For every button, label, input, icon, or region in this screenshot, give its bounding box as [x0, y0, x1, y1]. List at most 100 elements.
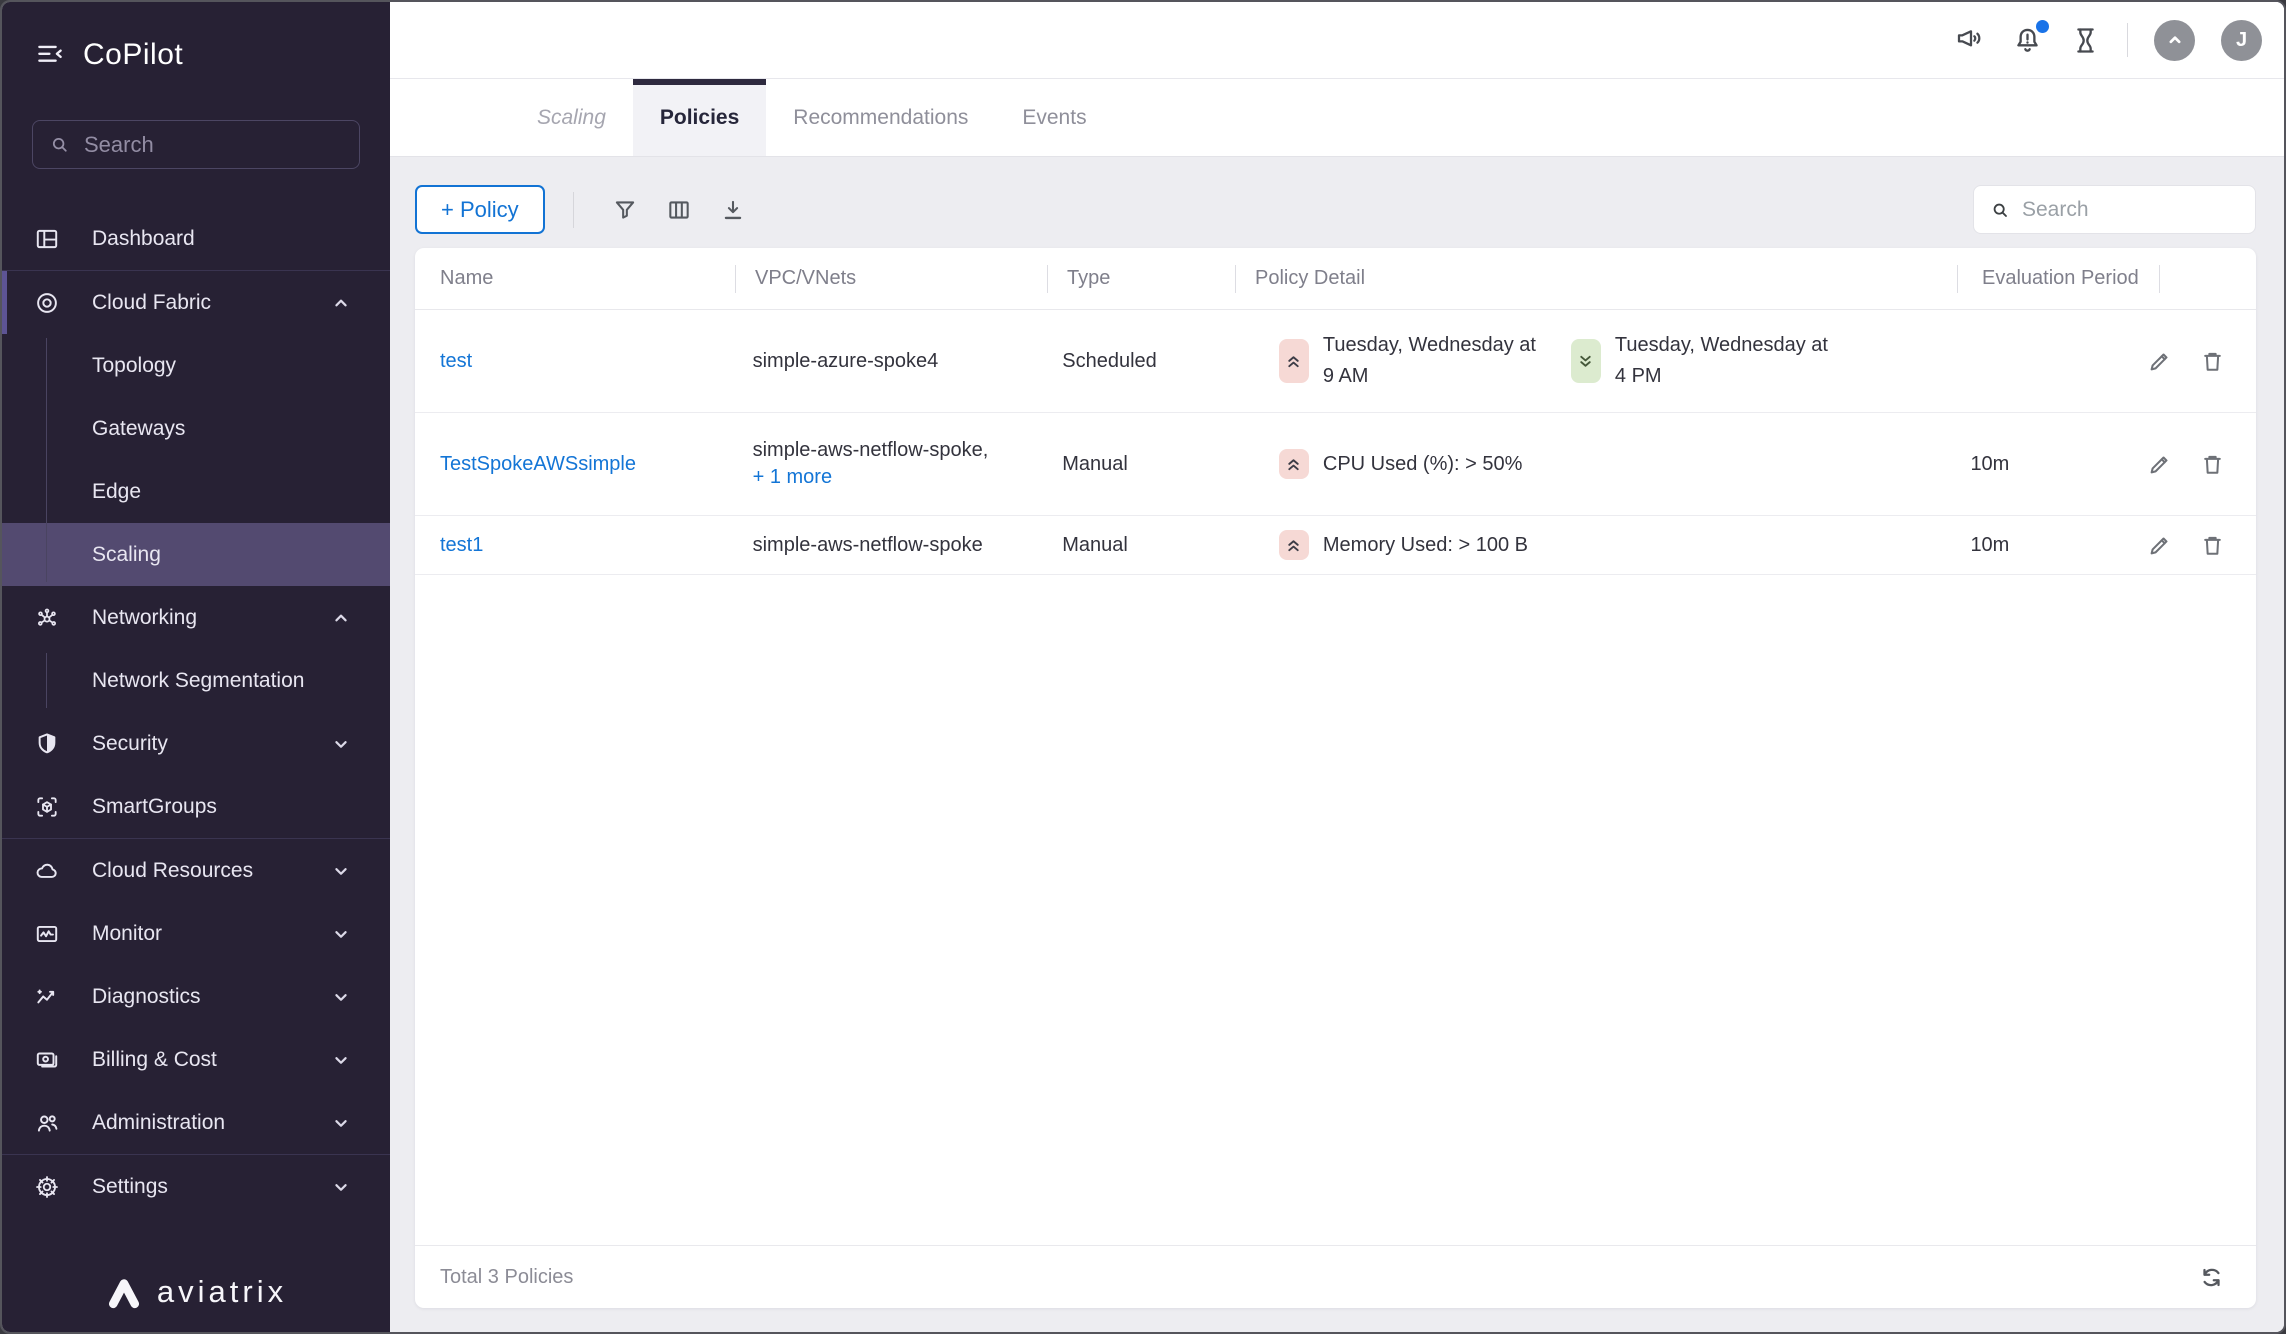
- sidebar-item-diagnostics[interactable]: Diagnostics: [2, 965, 390, 1028]
- sidebar-search[interactable]: [32, 120, 360, 169]
- chevron-up-icon: [330, 607, 352, 629]
- sidebar-item-edge[interactable]: Edge: [2, 460, 390, 523]
- upgrade-avatar-button[interactable]: [2154, 19, 2195, 61]
- policy-detail-entry: CPU Used (%): > 50%: [1278, 449, 1522, 480]
- columns-icon[interactable]: [652, 197, 706, 223]
- app-window: CoPilot Dashboard: [0, 0, 2286, 1334]
- sidebar-item-networking[interactable]: Networking: [2, 586, 390, 649]
- cloud-fabric-submenu: Topology Gateways Edge Scaling: [2, 334, 390, 586]
- networking-icon: [34, 605, 60, 631]
- edit-pencil-icon[interactable]: [2146, 532, 2173, 559]
- tab-policies[interactable]: Policies: [632, 79, 767, 156]
- tab-recommendations[interactable]: Recommendations: [766, 79, 995, 156]
- policies-table-card: Name VPC/VNets Type Policy Detail Evalua…: [415, 248, 2256, 1308]
- vpc-more-link[interactable]: + 1 more: [753, 466, 832, 489]
- sidebar-item-monitor[interactable]: Monitor: [2, 902, 390, 965]
- content-area: + Policy Search Name VPC/VNets Type Poli…: [390, 157, 2284, 1332]
- smartgroups-icon: [34, 794, 60, 820]
- toolbar-divider: [572, 191, 574, 228]
- refresh-icon[interactable]: [2197, 1263, 2226, 1292]
- column-header-policy-detail[interactable]: Policy Detail: [1235, 248, 1957, 309]
- sidebar-item-network-segmentation[interactable]: Network Segmentation: [2, 649, 390, 712]
- type-value: Manual: [1062, 452, 1128, 475]
- dashboard-icon: [34, 226, 60, 252]
- sidebar-item-settings[interactable]: Settings: [2, 1155, 390, 1218]
- table-search[interactable]: [1973, 185, 2256, 234]
- aviatrix-wordmark: aviatrix: [156, 1274, 288, 1309]
- sidebar-item-label: Diagnostics: [92, 984, 201, 1008]
- sidebar-item-label: Security: [92, 731, 168, 755]
- sidebar-item-topology[interactable]: Topology: [2, 334, 390, 397]
- column-header-actions: [2159, 248, 2256, 309]
- chevron-down-icon: [330, 1049, 352, 1071]
- filter-icon[interactable]: [598, 197, 652, 223]
- type-value: Scheduled: [1062, 349, 1157, 372]
- scale-up-badge: [1278, 449, 1309, 479]
- type-value: Manual: [1062, 533, 1128, 556]
- billing-icon: [34, 1047, 60, 1073]
- chevron-down-icon: [330, 733, 352, 755]
- evaluation-period-value: 10m: [1970, 452, 2010, 475]
- table-row: TestSpokeAWSsimple simple-aws-netflow-sp…: [415, 413, 2256, 516]
- sidebar-item-dashboard[interactable]: Dashboard: [2, 207, 390, 270]
- announcements-icon[interactable]: [1953, 24, 1985, 56]
- column-header-name[interactable]: Name: [415, 248, 735, 309]
- policy-detail-entry: Memory Used: > 100 B: [1278, 530, 1528, 561]
- tasks-hourglass-icon[interactable]: [2070, 25, 2101, 56]
- notifications-bell-icon[interactable]: [2011, 19, 2049, 57]
- tab-events[interactable]: Events: [995, 79, 1113, 156]
- user-avatar[interactable]: J: [2221, 19, 2262, 61]
- gear-icon: [34, 1174, 60, 1200]
- shield-icon: [34, 731, 60, 757]
- policy-name-link[interactable]: TestSpokeAWSsimple: [440, 453, 636, 476]
- policy-name-link[interactable]: test1: [440, 534, 483, 557]
- sidebar-item-label: Topology: [92, 353, 177, 377]
- column-header-evaluation-period[interactable]: Evaluation Period: [1957, 248, 2159, 309]
- sidebar-item-gateways[interactable]: Gateways: [2, 397, 390, 460]
- chevron-down-icon: [330, 986, 352, 1008]
- sidebar-item-smartgroups[interactable]: SmartGroups: [2, 775, 390, 838]
- policy-detail-text: Memory Used: > 100 B: [1322, 533, 1528, 556]
- chevron-up-icon: [330, 292, 352, 314]
- sidebar-item-label: Networking: [92, 605, 198, 629]
- sidebar-group-networking: Networking Network Segmentation: [2, 586, 390, 712]
- aviatrix-mark-icon: [105, 1275, 143, 1309]
- table-row: test simple-azure-spoke4 Scheduled Tuesd…: [415, 310, 2256, 413]
- column-header-type[interactable]: Type: [1047, 248, 1235, 309]
- sidebar-item-label: Network Segmentation: [92, 668, 305, 692]
- policy-detail-entry: Tuesday, Wednesday at 9 AM: [1278, 330, 1547, 392]
- cloud-icon: [34, 858, 60, 884]
- delete-trash-icon[interactable]: [2199, 348, 2226, 375]
- policy-detail-entry: Tuesday, Wednesday at 4 PM: [1570, 330, 1839, 392]
- add-policy-button[interactable]: + Policy: [415, 185, 545, 234]
- users-icon: [34, 1110, 60, 1136]
- delete-trash-icon[interactable]: [2199, 451, 2226, 478]
- diagnostics-icon: [34, 984, 60, 1010]
- policy-detail-text: Tuesday, Wednesday at 4 PM: [1614, 334, 1828, 387]
- aviatrix-logo: aviatrix: [2, 1274, 390, 1310]
- topbar-divider: [2127, 23, 2128, 57]
- sidebar-search-input[interactable]: [84, 131, 343, 158]
- tab-scaling[interactable]: Scaling: [510, 79, 633, 156]
- topbar: J: [390, 2, 2284, 79]
- notification-dot: [2036, 19, 2049, 33]
- sidebar-item-billing-cost[interactable]: Billing & Cost: [2, 1028, 390, 1091]
- table-search-input[interactable]: [2022, 197, 2239, 222]
- sidebar-item-administration[interactable]: Administration: [2, 1091, 390, 1154]
- edit-pencil-icon[interactable]: [2146, 451, 2173, 478]
- edit-pencil-icon[interactable]: [2146, 348, 2173, 375]
- sidebar-item-scaling[interactable]: Scaling: [2, 523, 390, 586]
- sidebar-item-cloud-fabric[interactable]: Cloud Fabric: [2, 271, 390, 334]
- sidebar-item-label: Monitor: [92, 921, 163, 945]
- evaluation-period-value: 10m: [1970, 533, 2010, 556]
- delete-trash-icon[interactable]: [2199, 532, 2226, 559]
- download-icon[interactable]: [706, 197, 760, 223]
- column-header-vpc-vnets[interactable]: VPC/VNets: [735, 248, 1047, 309]
- policy-name-link[interactable]: test: [440, 350, 472, 373]
- scale-down-badge: [1570, 339, 1601, 383]
- sidebar-item-cloud-resources[interactable]: Cloud Resources: [2, 839, 390, 902]
- collapse-menu-icon[interactable]: [35, 40, 65, 70]
- sidebar-item-security[interactable]: Security: [2, 712, 390, 775]
- sidebar-group-cloud-fabric: Cloud Fabric Topology Gateways Edge Scal…: [2, 270, 390, 586]
- toolbar: + Policy: [415, 185, 2256, 234]
